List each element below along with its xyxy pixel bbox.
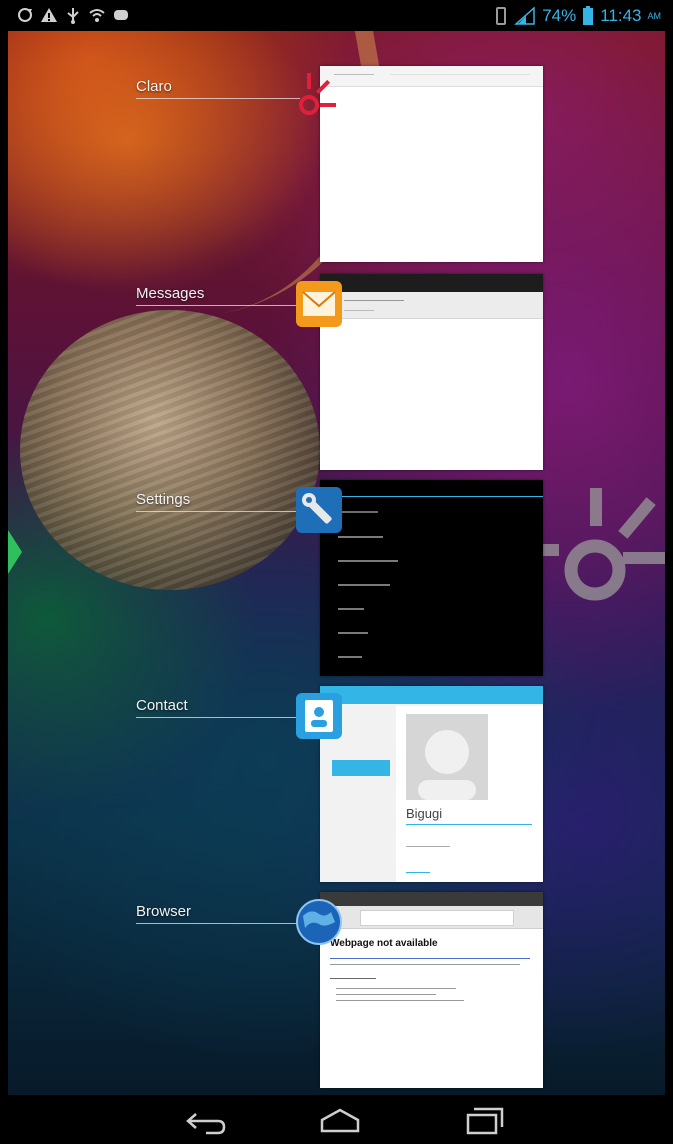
sync-icon <box>18 8 32 22</box>
recent-thumbnail[interactable]: Bigugi <box>320 686 543 882</box>
thumb-text-line <box>336 994 436 995</box>
thumb-text-line <box>330 978 376 979</box>
usb-icon <box>67 8 79 24</box>
thumb-divider <box>406 824 532 825</box>
thumb-selected-row <box>332 760 390 776</box>
recent-item-settings[interactable]: Settings <box>8 480 665 680</box>
recent-apps-screen: 74% 11:43 AM Claro Messages Settings Con… <box>8 0 665 1144</box>
thumb-text-line <box>338 511 378 513</box>
home-icon[interactable] <box>312 1103 368 1137</box>
battery-icon <box>583 6 594 25</box>
thumb-text-line <box>338 656 362 658</box>
label-divider <box>136 305 300 306</box>
recent-item-contact[interactable]: Contact Bigugi <box>8 686 665 886</box>
status-bar: 74% 11:43 AM <box>8 0 665 31</box>
recent-item-browser[interactable]: Browser Webpage not available <box>8 892 665 1092</box>
recent-item-label: Claro <box>136 78 172 95</box>
recent-item-label: Browser <box>136 903 192 920</box>
vibrate-icon <box>496 7 507 25</box>
warning-icon <box>41 8 57 22</box>
contact-card-icon <box>296 693 342 739</box>
wrench-icon <box>296 487 342 533</box>
status-right: 74% 11:43 AM <box>494 5 661 27</box>
signal-icon <box>514 7 535 25</box>
clock: 11:43 <box>600 6 642 25</box>
recent-item-label: Settings <box>136 491 191 508</box>
thumb-text-line <box>338 560 398 562</box>
thumb-text-line <box>344 300 404 301</box>
thumb-text-line <box>390 74 530 75</box>
battery-percent: 74% <box>542 6 577 25</box>
thumb-header <box>320 686 543 704</box>
thumb-text-line <box>336 988 456 989</box>
thumb-text-line <box>338 584 390 586</box>
recent-item-label: Contact <box>136 697 188 714</box>
clock-ampm: AM <box>647 11 662 21</box>
thumb-text-line <box>336 1000 464 1001</box>
thumb-toolbar <box>320 66 543 87</box>
claro-logo-icon <box>299 73 336 115</box>
recent-item-messages[interactable]: Messages <box>8 274 665 474</box>
thumb-text-line <box>406 846 450 847</box>
recent-apps-icon[interactable] <box>456 1103 512 1137</box>
thumb-text-line <box>330 964 520 965</box>
wifi-icon <box>89 9 105 22</box>
avatar-placeholder-icon <box>418 730 476 800</box>
recent-thumbnail[interactable] <box>320 480 543 676</box>
bbm-icon <box>114 10 128 20</box>
thumb-action-bar <box>320 274 543 292</box>
thumb-message-row <box>320 292 543 319</box>
thumb-text-line <box>334 74 374 75</box>
recent-thumbnail[interactable] <box>320 274 543 470</box>
thumb-tab-strip <box>320 892 543 906</box>
thumb-text-line <box>344 310 374 311</box>
thumb-text-line <box>330 958 530 959</box>
back-icon[interactable] <box>176 1103 232 1137</box>
navigation-bar <box>8 1095 665 1144</box>
thumb-page-heading: Webpage not available <box>330 938 438 949</box>
recent-item-claro[interactable]: Claro <box>8 66 665 266</box>
thumb-accent-line <box>320 496 543 497</box>
label-divider <box>136 511 300 512</box>
label-divider <box>136 98 300 99</box>
thumb-text-line <box>338 536 383 538</box>
globe-icon <box>296 899 342 945</box>
thumb-text-line <box>406 872 430 873</box>
label-divider <box>136 717 300 718</box>
thumb-text-line <box>338 608 364 610</box>
thumb-url-field <box>360 910 514 926</box>
thumb-contact-name: Bigugi <box>406 806 443 821</box>
envelope-icon <box>296 281 342 327</box>
label-divider <box>136 923 300 924</box>
recent-thumbnail[interactable]: Webpage not available <box>320 892 543 1088</box>
thumb-text-line <box>338 632 368 634</box>
recent-item-label: Messages <box>136 285 205 302</box>
recent-thumbnail[interactable] <box>320 66 543 262</box>
